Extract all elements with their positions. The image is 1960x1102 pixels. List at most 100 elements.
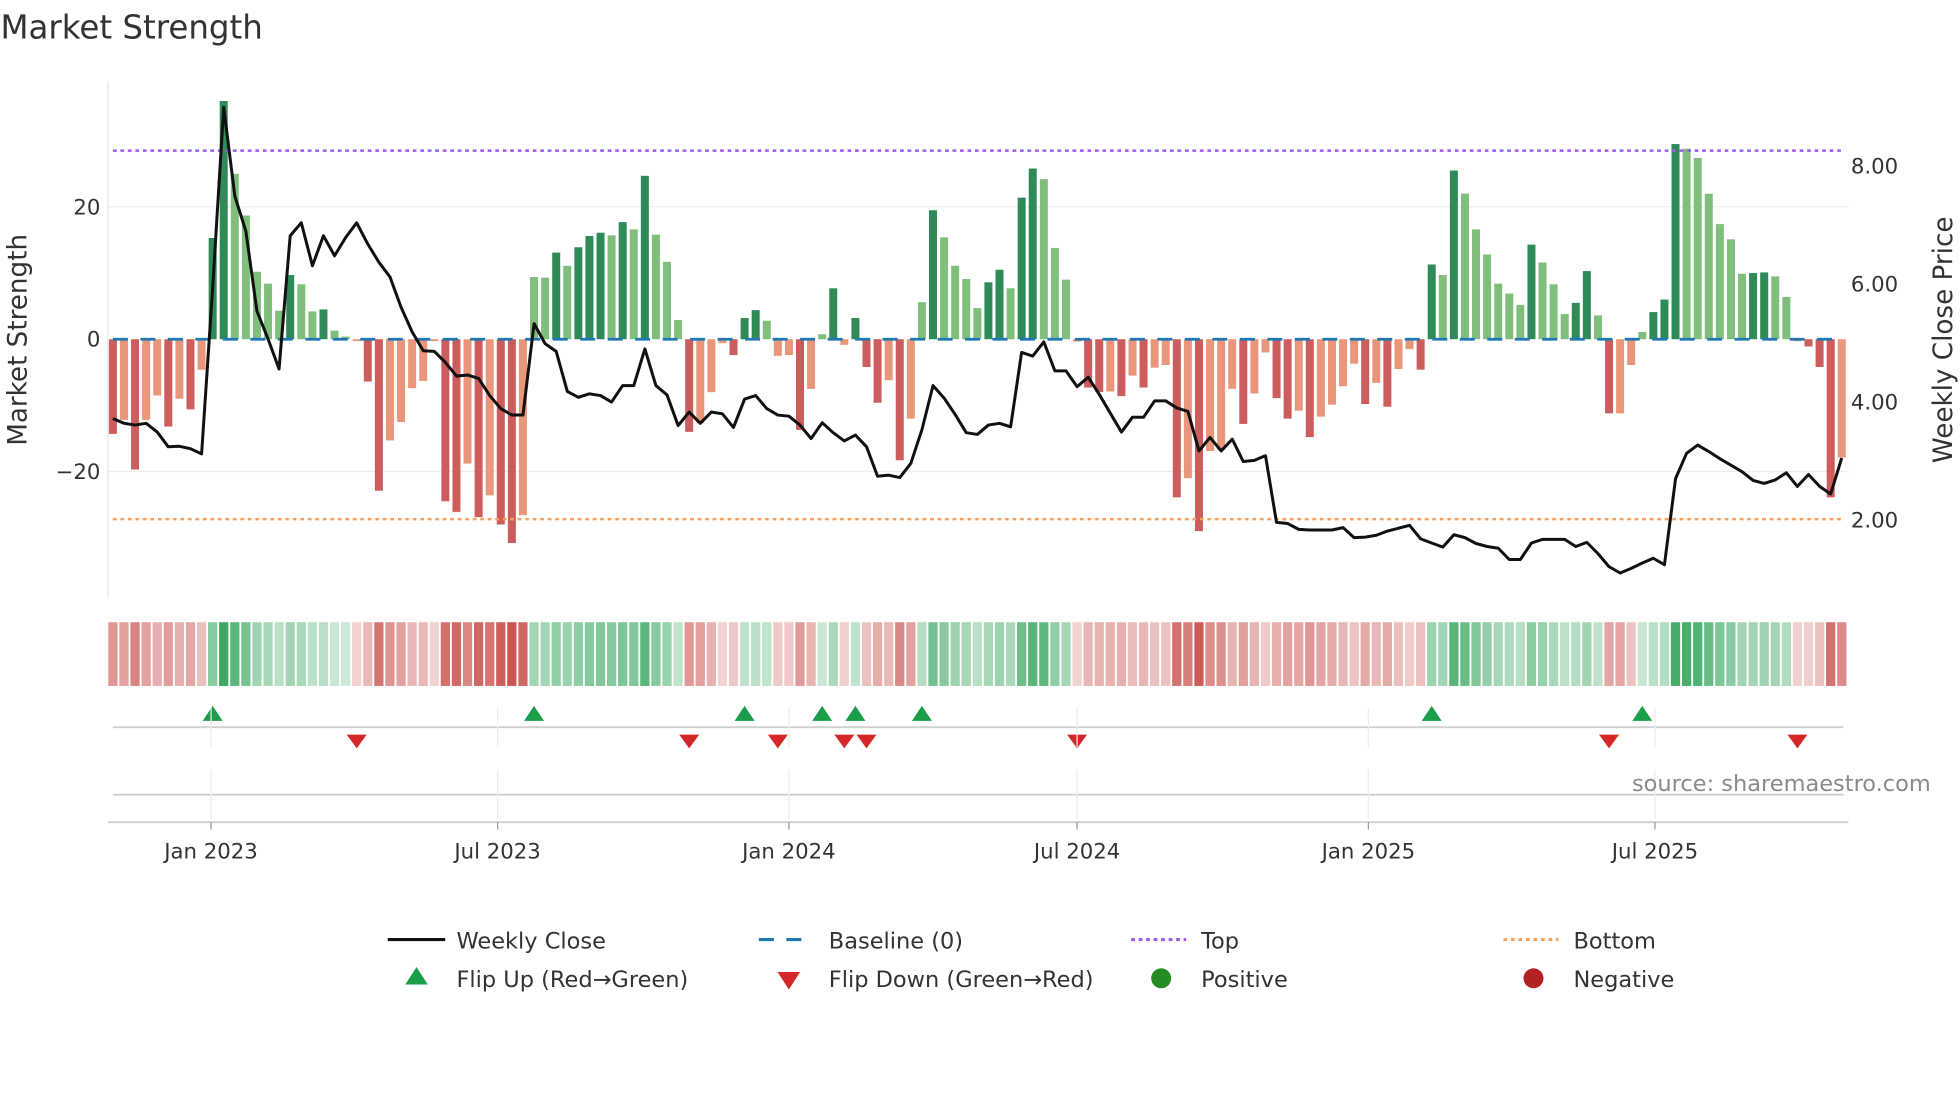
heat-cell (739, 622, 750, 686)
strength-bar (541, 277, 550, 340)
strength-bar (1416, 339, 1425, 370)
heat-cell (1759, 622, 1769, 686)
strength-bar (385, 339, 394, 441)
strength-bar (685, 339, 694, 432)
strength-bar (1106, 339, 1115, 392)
strength-bar (740, 318, 749, 340)
flip-up-marker (1421, 705, 1442, 721)
source-label: source: sharemaestro.com (1632, 771, 1931, 797)
y2-tick-label: 8.00 (1851, 155, 1898, 180)
market-strength-chart: Market Strength Market Strength Weekly C… (0, 9, 1959, 993)
strength-bar (1715, 224, 1724, 340)
legend-negative-icon (1523, 968, 1544, 989)
y-tick-label: 0 (87, 328, 101, 353)
heat-cell (1083, 622, 1093, 686)
x-tick-label: Jan 2024 (740, 839, 836, 864)
heat-cell (1360, 622, 1370, 686)
heat-cell (1548, 622, 1559, 686)
strength-bar (984, 282, 993, 340)
x-ticks: Jan 2023 Jul 2023 Jan 2024 Jul 2024 Jan 2025… (162, 707, 1698, 864)
strength-bar (1139, 339, 1148, 388)
strength-bar (1682, 148, 1691, 340)
heat-cell (1116, 622, 1127, 686)
heat-cell (662, 622, 672, 686)
heat-cell (640, 622, 650, 686)
strength-bar (1649, 312, 1658, 340)
strength-bar (928, 210, 937, 340)
strength-bar (1438, 275, 1447, 340)
strength-bar (1738, 273, 1747, 340)
heat-cell (1604, 622, 1614, 686)
heat-cell (196, 622, 207, 686)
heat-cell (1039, 622, 1049, 686)
flip-markers-panel (107, 705, 1849, 824)
heat-cell (1382, 622, 1393, 686)
strength-bar (940, 237, 949, 340)
strength-bar (818, 334, 827, 340)
heat-cell (1316, 622, 1326, 686)
flip-up-marker (524, 705, 545, 721)
heat-cell (1537, 622, 1548, 686)
heat-cell (684, 622, 694, 686)
strength-bar (1749, 273, 1758, 340)
heat-cell (318, 622, 329, 686)
strength-bar (1605, 339, 1614, 414)
legend-top-label: Top (1200, 928, 1239, 954)
strength-bar (1571, 302, 1580, 340)
heat-cell (1260, 622, 1271, 686)
strength-bar (142, 339, 151, 420)
heat-cell (1017, 622, 1027, 686)
flip-up-marker (911, 705, 932, 721)
y-tick-label: 20 (73, 195, 100, 220)
heat-cell (130, 622, 140, 686)
strength-bar (363, 339, 372, 382)
strength-bar (1305, 339, 1314, 438)
flip-down-marker (834, 734, 855, 749)
strength-bar (585, 236, 594, 340)
strength-bar (186, 339, 195, 410)
heat-cell (108, 622, 118, 686)
heat-cell (1737, 622, 1747, 686)
strength-bar (1316, 339, 1325, 417)
x-tick-label: Jul 2023 (452, 839, 540, 864)
strength-bar (1383, 339, 1392, 407)
x-tick-label: Jan 2025 (1320, 839, 1416, 864)
flip-up-marker (812, 705, 833, 721)
strength-bar (518, 339, 527, 516)
heat-cell (1393, 622, 1404, 686)
strength-bar (1460, 193, 1469, 340)
strength-bar (607, 235, 616, 340)
strength-bar (895, 339, 904, 461)
heat-cell (1803, 622, 1814, 686)
legend-negative-label: Negative (1573, 967, 1674, 993)
heat-cell (1681, 622, 1692, 686)
heat-cell (1504, 622, 1514, 686)
heat-cell (1659, 622, 1670, 686)
heat-cell (307, 622, 318, 686)
heat-cell (1172, 622, 1182, 686)
heat-cell (950, 622, 960, 686)
heat-cell (706, 622, 716, 686)
strength-bar (1826, 339, 1835, 498)
heat-cell (1216, 622, 1226, 686)
flip-down-marker (1787, 734, 1808, 749)
strength-bar (430, 339, 439, 342)
heat-cell (917, 622, 927, 686)
heat-cell (1560, 622, 1570, 686)
strength-bar (1039, 179, 1048, 340)
x-tick-label: Jul 2025 (1610, 839, 1698, 864)
strength-bar (1582, 271, 1591, 340)
strength-bar (408, 339, 417, 389)
strength-bar (1250, 339, 1259, 394)
strength-bar (197, 339, 206, 370)
heat-cell (1826, 622, 1836, 686)
strength-bar (1239, 339, 1248, 424)
strength-bar (1006, 288, 1015, 340)
strength-bar (596, 232, 605, 340)
strength-bar (552, 252, 561, 340)
strength-bar (574, 247, 583, 340)
strength-bar (1361, 339, 1370, 405)
strength-bar (1616, 339, 1625, 414)
strength-bar (962, 279, 971, 340)
heat-cell (1704, 622, 1714, 686)
